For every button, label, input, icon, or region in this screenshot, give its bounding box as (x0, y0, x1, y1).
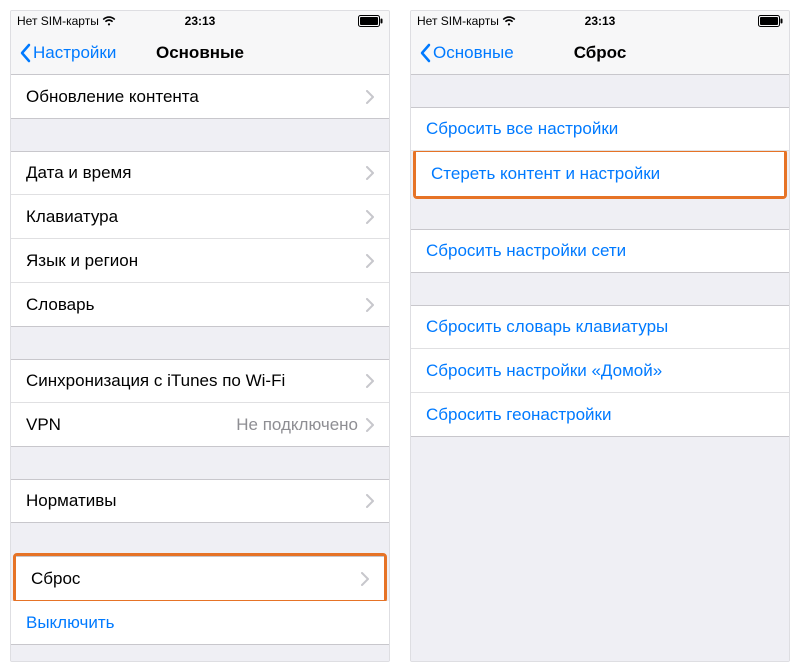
row-label: Выключить (26, 613, 374, 633)
status-time: 23:13 (185, 14, 216, 28)
status-bar: Нет SIM-карты 23:13 (411, 11, 789, 31)
row-reset-network[interactable]: Сбросить настройки сети (411, 229, 789, 273)
battery-icon (758, 15, 783, 27)
row-label: VPN (26, 415, 236, 435)
settings-list: Обновление контента Дата и время Клавиат… (11, 75, 389, 661)
chevron-right-icon (366, 90, 374, 104)
highlight-erase: Стереть контент и настройки (413, 149, 787, 199)
row-reset-home[interactable]: Сбросить настройки «Домой» (411, 349, 789, 393)
row-reset-location[interactable]: Сбросить геонастройки (411, 393, 789, 437)
wifi-icon (102, 16, 116, 26)
wifi-icon (502, 16, 516, 26)
row-label: Сбросить словарь клавиатуры (426, 317, 774, 337)
row-content-update[interactable]: Обновление контента (11, 75, 389, 119)
row-label: Сбросить настройки «Домой» (426, 361, 774, 381)
carrier-label: Нет SIM-карты (17, 14, 99, 28)
row-erase-all[interactable]: Стереть контент и настройки (416, 152, 784, 196)
battery-icon (358, 15, 383, 27)
nav-title: Сброс (574, 43, 627, 63)
row-detail: Не подключено (236, 415, 358, 435)
chevron-right-icon (366, 254, 374, 268)
row-dictionary[interactable]: Словарь (11, 283, 389, 327)
nav-title: Основные (156, 43, 244, 63)
row-shutdown[interactable]: Выключить (11, 601, 389, 645)
phone-general-settings: Нет SIM-карты 23:13 Настройки Основные О… (10, 10, 390, 662)
row-language[interactable]: Язык и регион (11, 239, 389, 283)
row-label: Сбросить все настройки (426, 119, 774, 139)
row-itunes-wifi[interactable]: Синхронизация с iTunes по Wi-Fi (11, 359, 389, 403)
row-keyboard[interactable]: Клавиатура (11, 195, 389, 239)
back-button[interactable]: Основные (419, 43, 514, 63)
chevron-right-icon (366, 494, 374, 508)
back-label: Основные (433, 43, 514, 63)
chevron-right-icon (366, 210, 374, 224)
row-label: Сбросить геонастройки (426, 405, 774, 425)
nav-bar: Настройки Основные (11, 31, 389, 75)
row-label: Обновление контента (26, 87, 366, 107)
row-label: Язык и регион (26, 251, 366, 271)
carrier-label: Нет SIM-карты (417, 14, 499, 28)
row-label: Стереть контент и настройки (431, 164, 769, 184)
back-label: Настройки (33, 43, 116, 63)
phone-reset-settings: Нет SIM-карты 23:13 Основные Сброс Сброс… (410, 10, 790, 662)
row-reset-keyboard[interactable]: Сбросить словарь клавиатуры (411, 305, 789, 349)
row-label: Синхронизация с iTunes по Wi-Fi (26, 371, 366, 391)
status-bar: Нет SIM-карты 23:13 (11, 11, 389, 31)
chevron-right-icon (366, 418, 374, 432)
chevron-right-icon (366, 298, 374, 312)
nav-bar: Основные Сброс (411, 31, 789, 75)
chevron-left-icon (419, 43, 431, 63)
row-label: Словарь (26, 295, 366, 315)
back-button[interactable]: Настройки (19, 43, 116, 63)
row-reset-all[interactable]: Сбросить все настройки (411, 107, 789, 151)
status-time: 23:13 (585, 14, 616, 28)
highlight-reset: Сброс (13, 553, 387, 603)
row-date-time[interactable]: Дата и время (11, 151, 389, 195)
row-label: Дата и время (26, 163, 366, 183)
row-reset[interactable]: Сброс (16, 556, 384, 600)
reset-list: Сбросить все настройки Стереть контент и… (411, 75, 789, 661)
row-label: Нормативы (26, 491, 366, 511)
row-label: Сброс (31, 569, 361, 589)
row-vpn[interactable]: VPN Не подключено (11, 403, 389, 447)
row-regulatory[interactable]: Нормативы (11, 479, 389, 523)
row-label: Клавиатура (26, 207, 366, 227)
chevron-right-icon (366, 166, 374, 180)
row-label: Сбросить настройки сети (426, 241, 774, 261)
chevron-right-icon (361, 572, 369, 586)
chevron-right-icon (366, 374, 374, 388)
chevron-left-icon (19, 43, 31, 63)
